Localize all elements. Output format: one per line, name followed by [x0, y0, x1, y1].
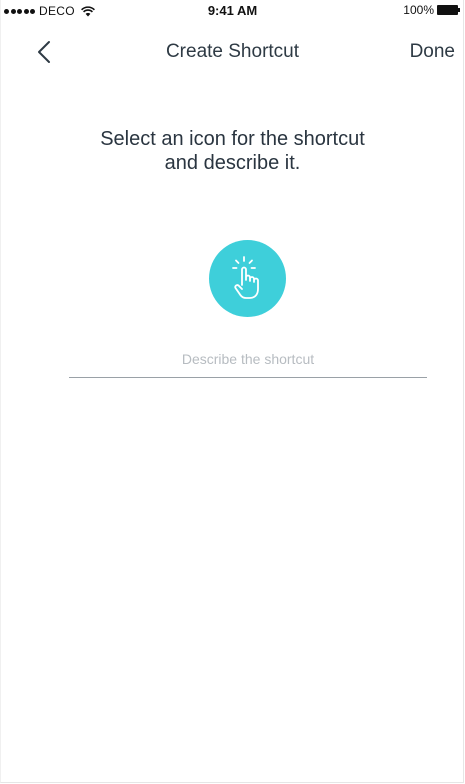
battery-icon — [437, 5, 461, 15]
status-bar: DECO 9:41 AM 100% — [0, 0, 465, 22]
status-time: 9:41 AM — [207, 3, 258, 18]
headline-line-2: and describe it. — [164, 152, 301, 174]
nav-bar: Create Shortcut Done — [0, 22, 465, 82]
headline-line-1: Select an icon for the shortcut — [100, 128, 365, 150]
page-title: Create Shortcut — [165, 41, 300, 62]
describe-shortcut-input[interactable] — [69, 340, 427, 378]
battery-percent: 100% — [403, 3, 434, 17]
instruction-headline: Select an icon for the shortcut and desc… — [0, 127, 465, 175]
screen-frame — [0, 0, 464, 783]
status-right: 100% — [403, 3, 461, 17]
shortcut-icon-picker[interactable] — [209, 240, 286, 317]
tap-hand-icon — [231, 255, 259, 299]
done-button[interactable]: Done — [410, 41, 455, 63]
